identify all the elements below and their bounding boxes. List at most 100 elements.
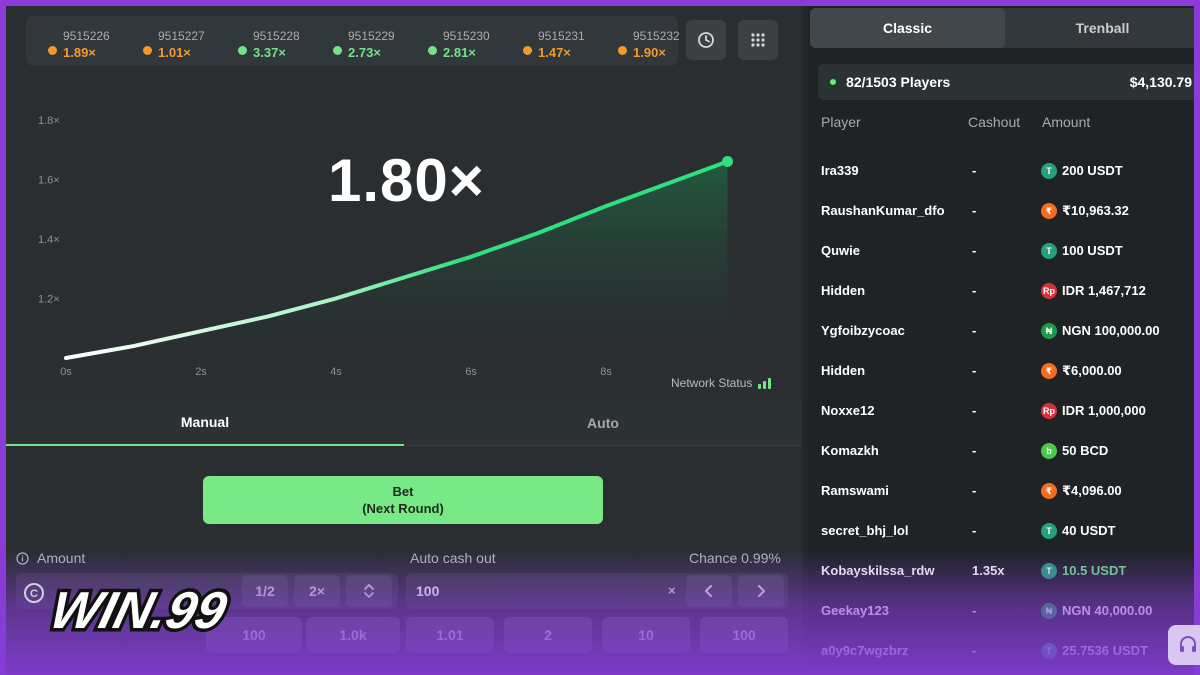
quick-cashout-100[interactable]: 100: [700, 617, 788, 653]
round-id: 9515226: [63, 29, 110, 43]
x-tick-label: 4s: [330, 366, 342, 378]
player-cashout: -: [972, 363, 977, 378]
round-id: 9515228: [253, 29, 300, 43]
player-row[interactable]: Ira339 - T 200 USDT: [808, 151, 1194, 191]
grid-icon: [751, 33, 765, 47]
history-item[interactable]: 9515231 1.47×: [509, 22, 599, 62]
tab-trenball[interactable]: Trenball: [1005, 8, 1194, 48]
auto-cashout-input[interactable]: 100: [416, 583, 439, 599]
half-amount-button[interactable]: 1/2: [242, 575, 288, 607]
player-cashout: -: [972, 483, 977, 498]
player-row[interactable]: Hidden - Rp IDR 1,467,712: [808, 271, 1194, 311]
quick-cashout-10[interactable]: 10: [602, 617, 690, 653]
player-name: Ramswami: [821, 483, 889, 498]
auto-cashout-field[interactable]: 100 ×: [406, 573, 788, 609]
player-name: Ygfoibzycoac: [821, 323, 905, 338]
trends-button[interactable]: [738, 20, 778, 60]
curve-head-dot: [722, 155, 733, 167]
players-summary: 82/1503 Players $4,130.79: [818, 64, 1194, 100]
history-item[interactable]: 9515228 3.37×: [224, 22, 314, 62]
player-row[interactable]: Ygfoibzycoac - ₦ NGN 100,000.00: [808, 311, 1194, 351]
up-down-chevron-icon: [364, 584, 374, 598]
decrease-cashout-button[interactable]: [686, 575, 732, 607]
history-item[interactable]: 9515230 2.81×: [414, 22, 504, 62]
y-tick-label: 1.6×: [38, 174, 60, 186]
player-row[interactable]: a0y9c7wgzbrz - T 25.7536 USDT: [808, 631, 1194, 671]
round-multiplier: 3.37×: [253, 45, 286, 60]
chevron-right-icon: [758, 585, 765, 597]
quick-cashout-1-01[interactable]: 1.01: [406, 617, 494, 653]
player-name: secret_bhj_lol: [821, 523, 909, 538]
player-row[interactable]: Quwie - T 100 USDT: [808, 231, 1194, 271]
history-button[interactable]: [686, 20, 726, 60]
player-name: RaushanKumar_dfo: [821, 203, 945, 218]
svg-text:WIN.99: WIN.99: [45, 582, 233, 640]
player-row[interactable]: RaushanKumar_dfo - ₹ ₹10,963.32: [808, 191, 1194, 231]
player-name: Geekay123: [821, 603, 889, 618]
round-status-dot: [238, 46, 247, 55]
players-count: 82/1503 Players: [846, 74, 951, 90]
svg-text:C: C: [30, 588, 38, 600]
round-status-dot: [48, 46, 57, 55]
player-row[interactable]: secret_bhj_lol - T 40 USDT: [808, 511, 1194, 551]
round-multiplier: 2.81×: [443, 45, 476, 60]
history-item[interactable]: 9515232 1.90×: [604, 22, 694, 62]
multiplier-chart: 1.2× 1.4× 1.6× 1.8× 0s 2s 4s 6s 8s: [38, 115, 733, 378]
bet-button[interactable]: Bet (Next Round): [203, 476, 603, 524]
round-status-dot: [428, 46, 437, 55]
player-name: Hidden: [821, 283, 866, 298]
support-button[interactable]: [1168, 625, 1200, 665]
player-name: Quwie: [821, 243, 861, 258]
increase-cashout-button[interactable]: [738, 575, 784, 607]
amount-label-group: Amount: [16, 550, 85, 566]
round-multiplier: 1.89×: [63, 45, 96, 60]
history-item[interactable]: 9515227 1.01×: [129, 22, 219, 62]
currency-icon: ₦: [1041, 323, 1057, 339]
quick-cashout-2[interactable]: 2: [504, 617, 592, 653]
tab-manual[interactable]: Manual: [6, 400, 404, 446]
history-item[interactable]: 9515229 2.73×: [319, 22, 409, 62]
currency-icon: Rp: [1041, 403, 1057, 419]
round-multiplier: 2.73×: [348, 45, 381, 60]
info-icon[interactable]: [16, 551, 29, 565]
double-amount-button[interactable]: 2×: [294, 575, 340, 607]
amount-range-button[interactable]: [346, 575, 392, 607]
player-amount: NGN 100,000.00: [1062, 323, 1160, 338]
player-cashout: -: [972, 603, 977, 618]
tab-classic[interactable]: Classic: [810, 8, 1005, 48]
bet-mode-tabs: Manual Auto: [6, 400, 802, 446]
currency-icon: Rp: [1041, 283, 1057, 299]
player-cashout: 1.35x: [972, 563, 1005, 578]
x-tick-label: 2s: [195, 366, 207, 378]
player-row[interactable]: Kobayskilssa_rdw 1.35x T 10.5 USDT: [808, 551, 1194, 591]
column-header-amount: Amount: [1042, 114, 1091, 130]
round-id: 9515230: [443, 29, 490, 43]
player-name: a0y9c7wgzbrz: [821, 643, 909, 658]
player-row[interactable]: Geekay123 - ₦ NGN 40,000.00: [808, 591, 1194, 631]
player-amount: ₹6,000.00: [1062, 363, 1122, 378]
player-name: Hidden: [821, 363, 866, 378]
player-name: Noxxe12: [821, 403, 875, 418]
crash-game-area: 9515226 1.89× 9515227 1.01× 9515228 3.37× 9515…: [6, 6, 802, 675]
player-row[interactable]: Noxxe12 - Rp IDR 1,000,000: [808, 391, 1194, 431]
x-tick-label: 6s: [465, 366, 477, 378]
round-status-dot: [143, 46, 152, 55]
player-cashout: -: [972, 283, 977, 298]
player-row[interactable]: Komazkh - b 50 BCD: [808, 431, 1194, 471]
x-tick-label: 0s: [60, 366, 72, 378]
y-tick-label: 1.2×: [38, 293, 60, 305]
chevron-left-icon: [705, 585, 712, 597]
player-row[interactable]: Hidden - ₹ ₹6,000.00: [808, 351, 1194, 391]
x-tick-label: 8s: [600, 366, 612, 378]
column-header-player: Player: [821, 114, 861, 130]
quick-amount-1k[interactable]: 1.0k: [306, 617, 400, 653]
player-cashout: -: [972, 443, 977, 458]
amount-label: Amount: [37, 550, 86, 566]
currency-icon: ₹: [1041, 203, 1057, 219]
player-amount: 100 USDT: [1062, 243, 1123, 258]
tab-auto[interactable]: Auto: [404, 400, 802, 446]
clock-icon: [698, 32, 714, 48]
currency-icon: T: [1041, 163, 1057, 179]
history-item[interactable]: 9515226 1.89×: [34, 22, 124, 62]
player-row[interactable]: Ramswami - ₹ ₹4,096.00: [808, 471, 1194, 511]
